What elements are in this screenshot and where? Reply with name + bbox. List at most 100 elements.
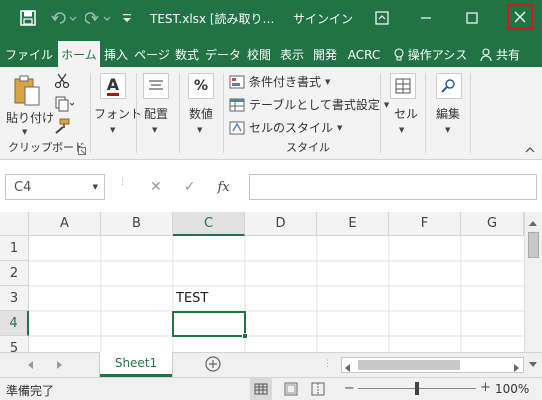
number-caret-icon[interactable]: ▼ [197, 121, 202, 135]
zoom-level[interactable]: 100% [495, 382, 529, 396]
insert-function-icon[interactable]: fx [217, 180, 229, 195]
person-icon [480, 47, 492, 61]
row-header-3[interactable]: 3 [0, 286, 29, 311]
select-all-corner[interactable] [0, 212, 29, 236]
dialog-launcher-icon[interactable] [78, 147, 86, 155]
prev-sheet-icon[interactable] [26, 359, 34, 373]
scroll-left-icon[interactable] [345, 361, 351, 375]
ribbon-display-options-icon[interactable] [372, 8, 392, 28]
font-icon[interactable]: A [100, 73, 126, 99]
paste-caret-icon[interactable]: ▼ [22, 123, 27, 137]
save-icon[interactable] [18, 8, 38, 28]
row-header-2[interactable]: 2 [0, 261, 29, 286]
formula-bar-grip-icon[interactable]: ⋮ [118, 178, 127, 194]
next-sheet-icon[interactable] [56, 359, 64, 373]
cells-caret-icon[interactable]: ▼ [399, 121, 404, 135]
vertical-scroll-thumb[interactable] [528, 232, 539, 258]
row-header-1[interactable]: 1 [0, 236, 29, 261]
row-header-4[interactable]: 4 [0, 311, 29, 336]
paste-icon[interactable] [10, 73, 44, 109]
alignment-icon[interactable] [143, 73, 169, 99]
conditional-formatting-button[interactable]: 条件付き書式 ▼ [229, 73, 330, 90]
tell-me-box[interactable]: 操作アシス [392, 42, 468, 67]
tab-split-grip-icon[interactable]: ⋮ [323, 359, 332, 369]
name-box[interactable]: C4 ▼ [5, 174, 105, 200]
number-format-icon[interactable]: % [188, 73, 214, 99]
zoom-in-icon[interactable]: + [480, 380, 491, 395]
enter-icon[interactable]: ✓ [184, 179, 196, 195]
sheet-tab-sheet1[interactable]: Sheet1 [100, 352, 172, 377]
cells-icon[interactable] [390, 73, 416, 99]
format-as-table-icon [229, 98, 245, 111]
zoom-slider-thumb[interactable] [415, 382, 419, 395]
scroll-down-icon[interactable] [524, 355, 542, 375]
row-header-5[interactable]: 5 [0, 336, 29, 352]
collapse-ribbon-icon[interactable] [524, 145, 536, 155]
tab-home[interactable]: ホーム [58, 41, 100, 67]
tab-page-layout[interactable]: ページ [134, 42, 170, 67]
alignment-button[interactable]: 配置 [144, 105, 168, 122]
editing-icon[interactable] [436, 73, 462, 99]
sheet-tab-bar: Sheet1 ⋮ [0, 352, 542, 377]
tab-acrobat[interactable]: ACRC [344, 42, 384, 67]
number-button[interactable]: 数値 [189, 105, 213, 122]
page-break-view-icon[interactable] [311, 382, 325, 399]
format-painter-icon[interactable] [52, 117, 72, 135]
column-header-e[interactable]: E [317, 212, 389, 236]
vertical-scrollbar[interactable] [524, 212, 542, 352]
copy-icon[interactable] [52, 95, 76, 113]
cell-styles-button[interactable]: セルのスタイル ▼ [229, 119, 342, 136]
cells-button[interactable]: セル [394, 105, 418, 122]
title-bar: TEST.xlsx [読み取り… サインイン [0, 0, 542, 36]
scroll-right-icon[interactable] [513, 361, 519, 375]
divider [425, 73, 426, 153]
horizontal-scrollbar[interactable] [341, 357, 524, 373]
maximize-icon[interactable] [462, 8, 482, 28]
scroll-up-icon[interactable] [528, 216, 538, 226]
signin-link[interactable]: サインイン [293, 10, 353, 27]
tab-formulas[interactable]: 数式 [172, 42, 202, 67]
font-caret-icon[interactable]: ▼ [110, 121, 115, 135]
normal-view-icon[interactable] [250, 378, 272, 400]
tab-file[interactable]: ファイル [4, 42, 54, 67]
fill-handle[interactable] [242, 333, 248, 339]
format-as-table-button[interactable]: テーブルとして書式設定 ▼ [229, 96, 389, 113]
column-header-b[interactable]: B [101, 212, 173, 236]
minimize-icon[interactable] [416, 8, 436, 28]
cell-styles-icon [229, 121, 245, 134]
new-sheet-icon[interactable] [205, 356, 221, 372]
quick-access-customize-icon[interactable] [120, 8, 134, 28]
page-layout-view-icon[interactable] [284, 382, 298, 399]
horizontal-scroll-thumb[interactable] [358, 360, 460, 370]
active-cell-c4[interactable] [172, 311, 246, 337]
tab-insert[interactable]: 挿入 [101, 42, 131, 67]
share-button[interactable]: 共有 [476, 42, 524, 67]
zoom-out-icon[interactable]: − [344, 381, 355, 396]
paste-button[interactable]: 貼り付け [6, 109, 54, 126]
worksheet-grid: A B C D E F G 1 2 3 4 5 TEST [0, 212, 542, 352]
redo-icon[interactable] [84, 8, 114, 28]
cancel-icon[interactable]: ✕ [150, 179, 162, 195]
tab-view[interactable]: 表示 [277, 42, 307, 67]
cut-icon[interactable] [52, 72, 72, 90]
divider [90, 73, 91, 153]
cell-c3[interactable]: TEST [173, 286, 245, 311]
close-button[interactable] [507, 4, 533, 30]
tab-review[interactable]: 校閲 [244, 42, 274, 67]
column-header-c[interactable]: C [173, 212, 245, 236]
font-button[interactable]: フォント [94, 105, 142, 122]
lightbulb-icon [394, 47, 404, 60]
name-box-value: C4 [14, 179, 32, 195]
name-box-dropdown-icon[interactable]: ▼ [93, 183, 98, 191]
editing-button[interactable]: 編集 [436, 105, 460, 122]
column-header-f[interactable]: F [389, 212, 461, 236]
alignment-caret-icon[interactable]: ▼ [152, 121, 157, 135]
column-header-g[interactable]: G [461, 212, 524, 236]
tab-developer[interactable]: 開発 [310, 42, 340, 67]
formula-input[interactable] [249, 174, 537, 200]
column-header-a[interactable]: A [29, 212, 101, 236]
undo-icon[interactable] [50, 8, 80, 28]
column-header-d[interactable]: D [245, 212, 317, 236]
editing-caret-icon[interactable]: ▼ [445, 121, 450, 135]
tab-data[interactable]: データ [204, 42, 242, 67]
